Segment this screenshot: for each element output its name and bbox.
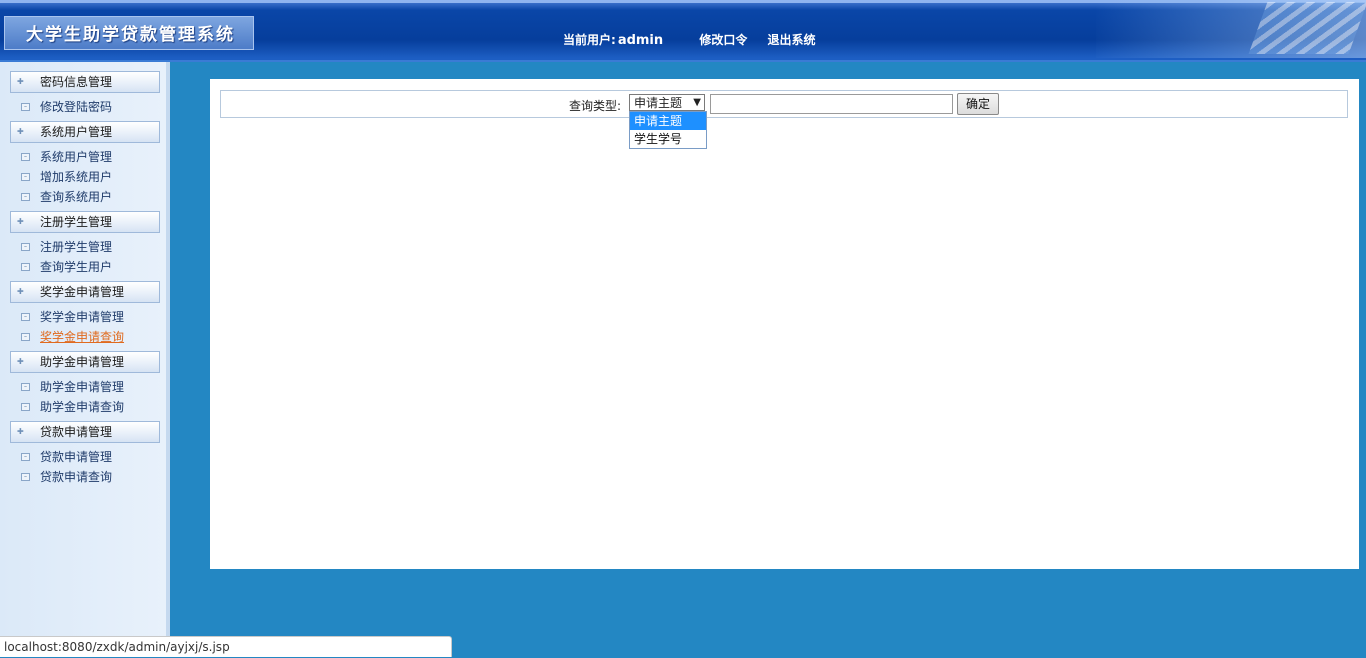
sidebar-group-label: 注册学生管理: [40, 215, 113, 229]
current-user-label: 当前用户: admin: [563, 33, 679, 48]
dropdown-arrow-icon: ▼: [693, 97, 701, 108]
query-bar: 查询类型: 申请主题 ▼ 确定: [220, 90, 1348, 118]
plus-icon: ✚: [17, 427, 24, 436]
sidebar-group-system-users[interactable]: ✚ 系统用户管理: [10, 121, 160, 143]
sidebar-item-label: 修改登陆密码: [40, 100, 113, 114]
app-title: 大学生助学贷款管理系统: [26, 25, 235, 45]
sidebar-group-grant[interactable]: ✚ 助学金申请管理: [10, 351, 160, 373]
sidebar-item-label: 注册学生管理: [40, 240, 113, 254]
query-type-selected-value: 申请主题: [634, 96, 683, 110]
sidebar-item-label: 系统用户管理: [40, 150, 113, 164]
sidebar-item-scholarship-manage[interactable]: – 奖学金申请管理: [10, 307, 166, 327]
sidebar-group-label: 系统用户管理: [40, 125, 113, 139]
list-bullet-icon: –: [21, 403, 30, 411]
browser-status-bar: localhost:8080/zxdk/admin/ayjxj/s.jsp: [0, 636, 452, 657]
current-user-label-text: 当前用户:: [563, 33, 616, 47]
list-bullet-icon: –: [21, 243, 30, 251]
sidebar-item-query-system-user[interactable]: – 查询系统用户: [10, 187, 166, 207]
query-type-select[interactable]: 申请主题 ▼: [629, 94, 705, 111]
plus-icon: ✚: [17, 357, 24, 366]
list-bullet-icon: –: [21, 263, 30, 271]
main-content-panel: 查询类型: 申请主题 ▼ 确定: [210, 79, 1359, 569]
current-user-name: admin: [617, 33, 664, 48]
dropdown-option-student-id[interactable]: 学生学号: [630, 130, 706, 148]
sidebar-item-label-active: 奖学金申请查询: [40, 330, 125, 344]
sidebar-group-loan[interactable]: ✚ 贷款申请管理: [10, 421, 160, 443]
sidebar-item-label: 增加系统用户: [40, 170, 113, 184]
plus-icon: ✚: [17, 287, 24, 296]
list-bullet-icon: –: [21, 193, 30, 201]
dropdown-option-apply-subject[interactable]: 申请主题: [630, 112, 706, 130]
sidebar-item-grant-query[interactable]: – 助学金申请查询: [10, 397, 166, 417]
list-bullet-icon: –: [21, 453, 30, 461]
list-bullet-icon: –: [21, 313, 30, 321]
query-keyword-input[interactable]: [710, 94, 953, 114]
query-type-label: 查询类型:: [569, 99, 622, 113]
sidebar-group-label: 奖学金申请管理: [40, 285, 125, 299]
query-submit-button[interactable]: 确定: [957, 93, 999, 115]
sidebar-group-label: 助学金申请管理: [40, 355, 125, 369]
sidebar-item-query-student[interactable]: – 查询学生用户: [10, 257, 166, 277]
keyboard-graphic-icon: [1248, 2, 1366, 54]
list-bullet-icon: –: [21, 383, 30, 391]
sidebar-item-grant-manage[interactable]: – 助学金申请管理: [10, 377, 166, 397]
sidebar-item-student-manage[interactable]: – 注册学生管理: [10, 237, 166, 257]
change-password-link[interactable]: 修改口令: [699, 33, 747, 47]
sidebar-item-label: 奖学金申请管理: [40, 310, 125, 324]
sidebar-group-label: 密码信息管理: [40, 75, 113, 89]
sidebar-group-students[interactable]: ✚ 注册学生管理: [10, 211, 160, 233]
list-bullet-icon: –: [21, 473, 30, 481]
sidebar: ✚ 密码信息管理 – 修改登陆密码 ✚ 系统用户管理 – 系统用户管理 – 增加…: [0, 62, 170, 657]
sidebar-item-label: 贷款申请管理: [40, 450, 113, 464]
sidebar-item-label: 贷款申请查询: [40, 470, 113, 484]
list-bullet-icon: –: [21, 103, 30, 111]
logout-link[interactable]: 退出系统: [768, 33, 816, 47]
top-header: 大学生助学贷款管理系统 当前用户: admin 修改口令 退出系统: [0, 0, 1366, 62]
sidebar-item-scholarship-query[interactable]: – 奖学金申请查询: [10, 327, 166, 347]
sidebar-item-label: 助学金申请查询: [40, 400, 125, 414]
list-bullet-icon: –: [21, 173, 30, 181]
user-info-bar: 当前用户: admin 修改口令 退出系统: [563, 31, 832, 48]
plus-icon: ✚: [17, 127, 24, 136]
sidebar-item-change-password[interactable]: – 修改登陆密码: [10, 97, 166, 117]
plus-icon: ✚: [17, 77, 24, 86]
sidebar-item-label: 查询学生用户: [40, 260, 113, 274]
sidebar-group-label: 贷款申请管理: [40, 425, 113, 439]
sidebar-item-label: 助学金申请管理: [40, 380, 125, 394]
sidebar-item-loan-manage[interactable]: – 贷款申请管理: [10, 447, 166, 467]
list-bullet-icon: –: [21, 153, 30, 161]
plus-icon: ✚: [17, 217, 24, 226]
sidebar-group-password[interactable]: ✚ 密码信息管理: [10, 71, 160, 93]
sidebar-item-loan-query[interactable]: – 贷款申请查询: [10, 467, 166, 487]
sidebar-item-add-system-user[interactable]: – 增加系统用户: [10, 167, 166, 187]
query-type-dropdown-list: 申请主题 学生学号: [629, 111, 707, 149]
sidebar-item-label: 查询系统用户: [40, 190, 113, 204]
list-bullet-icon: –: [21, 333, 30, 341]
sidebar-group-scholarship[interactable]: ✚ 奖学金申请管理: [10, 281, 160, 303]
sidebar-item-system-user-manage[interactable]: – 系统用户管理: [10, 147, 166, 167]
